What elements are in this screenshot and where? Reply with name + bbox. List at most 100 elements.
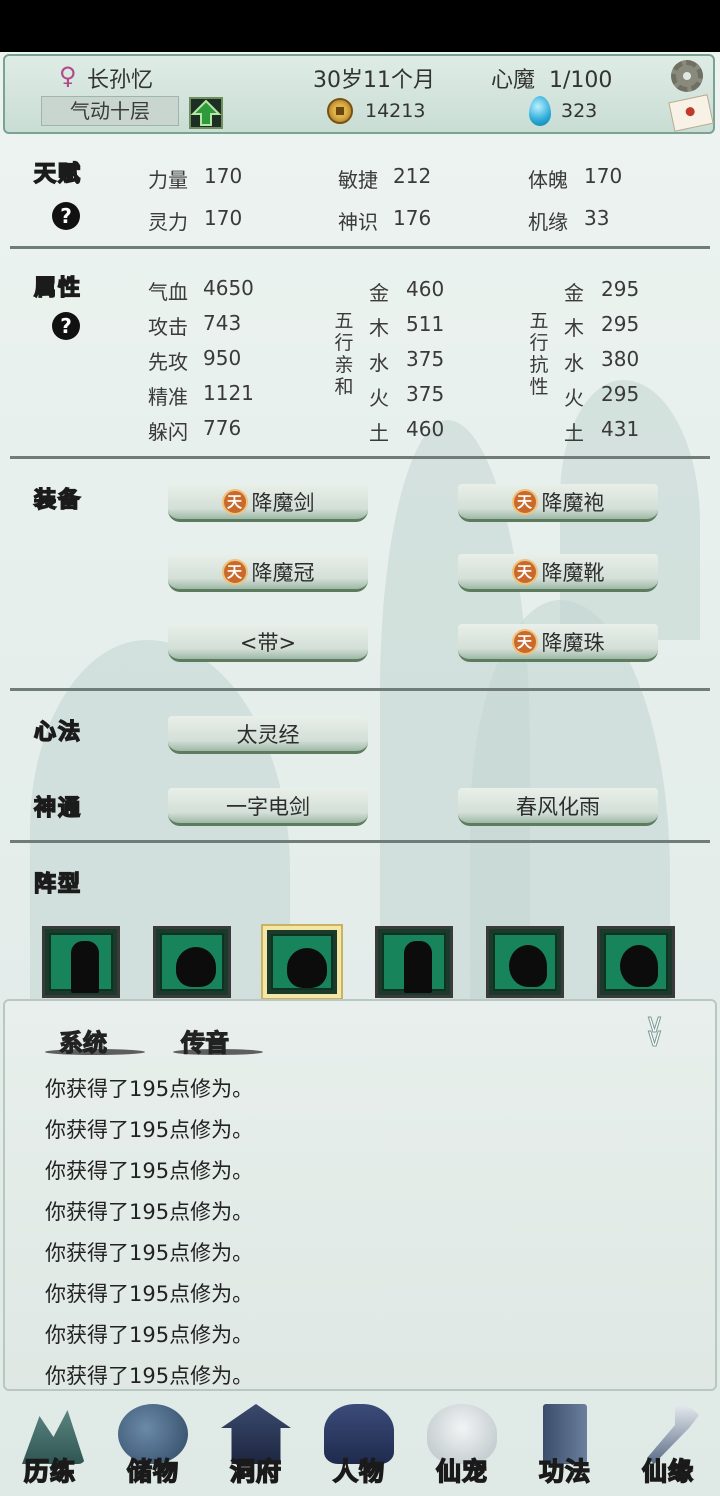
game-screen: ♀ 长孙忆 30岁11个月 心魔 1/100 气动十层 14213 323 天赋… xyxy=(0,0,720,1496)
character-age: 30岁11个月 xyxy=(313,68,435,93)
element-value: 295 xyxy=(601,277,640,301)
element-label: 金 xyxy=(564,281,584,305)
formation-slot[interactable] xyxy=(375,926,453,998)
equip-name: 降魔珠 xyxy=(541,630,605,655)
section-divider xyxy=(10,688,710,691)
attributes-title: 属性 xyxy=(33,274,83,302)
equip-slot-robe[interactable]: 天降魔袍 xyxy=(458,484,658,522)
formation-slot[interactable] xyxy=(153,926,231,998)
talent-value: 170 xyxy=(204,206,243,230)
equip-slot-weapon[interactable]: 天降魔剑 xyxy=(168,484,368,522)
talent-value: 33 xyxy=(584,206,610,230)
chat-message: 你获得了195点修为。 xyxy=(45,1241,254,1265)
element-label: 木 xyxy=(369,316,389,340)
talent-label: 灵力 xyxy=(148,210,188,234)
talent-title: 天赋 xyxy=(33,160,83,188)
equip-slot-crown[interactable]: 天降魔冠 xyxy=(168,554,368,592)
status-bar xyxy=(0,0,720,52)
element-label: 土 xyxy=(369,421,389,445)
settings-gear-icon[interactable] xyxy=(671,60,703,92)
divine-art-slot-2[interactable]: 春风化雨 xyxy=(458,788,658,826)
talent-help-icon[interactable]: ? xyxy=(52,202,80,230)
divine-arts-title: 神通 xyxy=(33,794,83,822)
character-name: 长孙忆 xyxy=(87,68,154,93)
vertical-char: 行 xyxy=(334,332,354,354)
element-label: 木 xyxy=(564,316,584,340)
vertical-char: 五 xyxy=(529,310,549,332)
attribute-value: 743 xyxy=(203,311,242,335)
vertical-char: 行 xyxy=(529,332,549,354)
divine-art-slot-1[interactable]: 一字电剑 xyxy=(168,788,368,826)
element-value: 460 xyxy=(406,417,445,441)
tab-whisper[interactable]: 传音 xyxy=(180,1023,229,1058)
equip-slot-belt[interactable]: <带> xyxy=(168,624,368,662)
equipment-title: 装备 xyxy=(33,486,83,514)
chat-message: 你获得了195点修为。 xyxy=(45,1200,254,1224)
heaven-grade-icon: 天 xyxy=(221,488,248,515)
tab-system[interactable]: 系统 xyxy=(58,1023,107,1058)
chat-message: 你获得了195点修为。 xyxy=(45,1323,254,1347)
nav-training[interactable]: 历练 xyxy=(0,1394,100,1494)
collapse-chevron-icon[interactable]: ∨ ∨ xyxy=(644,1011,664,1052)
vertical-char: 性 xyxy=(529,376,549,398)
coin-count: 14213 xyxy=(365,100,426,122)
heart-demon-counter: 心魔 1/100 xyxy=(491,68,613,93)
nav-cave[interactable]: 洞府 xyxy=(206,1394,306,1494)
element-value: 375 xyxy=(406,382,445,406)
element-label: 火 xyxy=(369,386,389,410)
formation-slot[interactable] xyxy=(486,926,564,998)
nav-skills[interactable]: 功法 xyxy=(515,1394,615,1494)
talent-label: 力量 xyxy=(148,168,188,192)
formation-slot[interactable] xyxy=(597,926,675,998)
attribute-value: 950 xyxy=(203,346,242,370)
talent-label: 机缘 xyxy=(528,210,568,234)
element-label: 金 xyxy=(369,281,389,305)
talent-value: 170 xyxy=(204,164,243,188)
element-label: 水 xyxy=(369,351,389,375)
talent-label: 神识 xyxy=(338,210,378,234)
realm-upgrade-button[interactable] xyxy=(189,97,223,129)
heaven-grade-icon: 天 xyxy=(511,558,538,585)
nav-pet[interactable]: 仙宠 xyxy=(412,1394,512,1494)
attribute-label: 精准 xyxy=(148,385,188,409)
element-label: 土 xyxy=(564,421,584,445)
formation-slot-selected[interactable] xyxy=(263,926,341,998)
mind-method-title: 心法 xyxy=(33,718,83,746)
spirit-stone-icon xyxy=(529,96,551,126)
nav-storage[interactable]: 储物 xyxy=(103,1394,203,1494)
nav-label: 储物 xyxy=(126,1456,179,1487)
bottom-navigation: 历练 储物 洞府 人物 仙宠 功法 仙缘 xyxy=(0,1394,720,1496)
nav-label: 历练 xyxy=(23,1456,76,1487)
talent-value: 212 xyxy=(393,164,432,188)
nav-label: 仙宠 xyxy=(435,1456,488,1487)
chat-message: 你获得了195点修为。 xyxy=(45,1077,254,1101)
nav-label: 洞府 xyxy=(229,1456,282,1487)
mail-icon[interactable] xyxy=(668,94,714,132)
equip-slot-boots[interactable]: 天降魔靴 xyxy=(458,554,658,592)
attribute-label: 气血 xyxy=(148,280,188,304)
spirit-stone-count: 323 xyxy=(561,100,598,122)
vertical-char: 亲 xyxy=(334,354,354,376)
nav-character[interactable]: 人物 xyxy=(309,1394,409,1494)
beast-silhouette-icon xyxy=(287,948,327,988)
attribute-value: 1121 xyxy=(203,381,254,405)
chat-message: 你获得了195点修为。 xyxy=(45,1159,254,1183)
element-value: 375 xyxy=(406,347,445,371)
mind-method-slot[interactable]: 太灵经 xyxy=(168,716,368,754)
element-value: 380 xyxy=(601,347,640,371)
arrow-up-icon xyxy=(190,99,222,126)
nav-fate[interactable]: 仙缘 xyxy=(618,1394,718,1494)
equip-name: 降魔袍 xyxy=(541,490,605,515)
equip-name: 降魔剑 xyxy=(251,490,315,515)
attributes-help-icon[interactable]: ? xyxy=(52,312,80,340)
element-label: 火 xyxy=(564,386,584,410)
ghost-silhouette-icon xyxy=(509,945,547,987)
divine-art-name: 春风化雨 xyxy=(516,794,600,819)
equip-slot-orb[interactable]: 天降魔珠 xyxy=(458,624,658,662)
formation-slot[interactable] xyxy=(42,926,120,998)
beast-silhouette-icon xyxy=(176,947,216,987)
attribute-label: 攻击 xyxy=(148,315,188,339)
nav-label: 仙缘 xyxy=(641,1456,694,1487)
element-value: 431 xyxy=(601,417,640,441)
five-element-affinity-title: 五 行 亲 和 xyxy=(333,310,355,398)
